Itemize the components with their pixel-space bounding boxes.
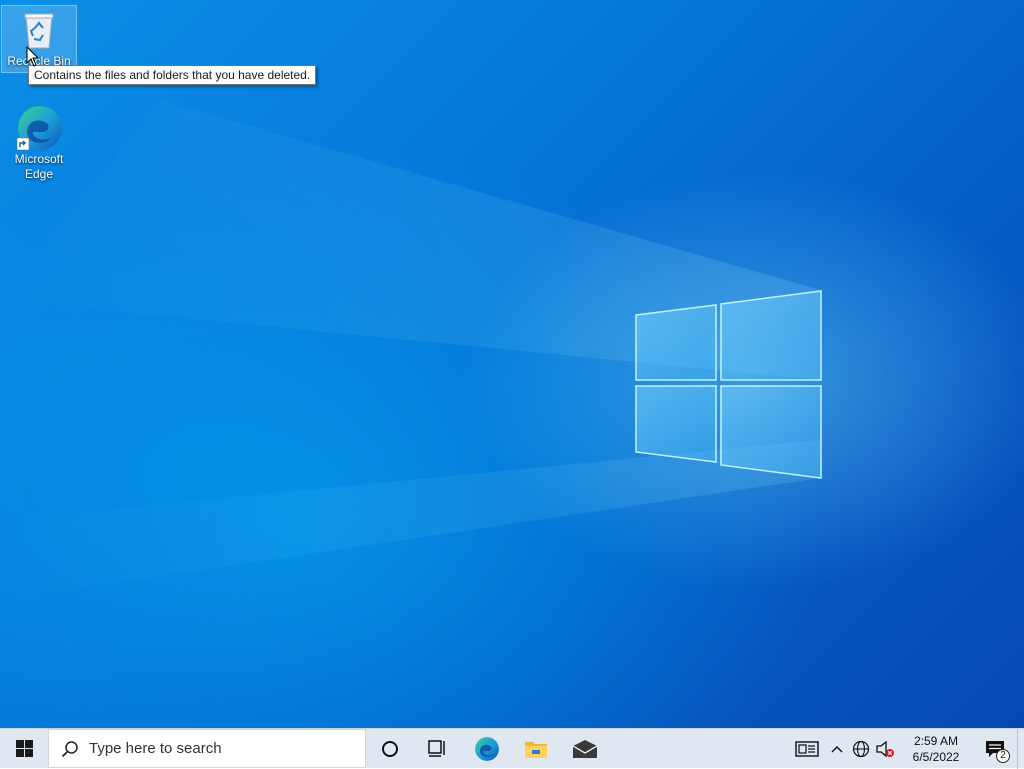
wallpaper-windows-logo xyxy=(0,100,822,600)
taskbar: Type here to search 2:59 AM 6/5/2022 2 xyxy=(0,728,1024,769)
network-icon xyxy=(852,740,870,757)
network-button[interactable] xyxy=(849,729,873,769)
clock-time: 2:59 AM xyxy=(913,733,959,748)
search-placeholder: Type here to search xyxy=(89,740,222,757)
cortana-button[interactable] xyxy=(366,729,414,769)
edge-label-line-1: Microsoft xyxy=(14,152,64,166)
system-tray: 2:59 AM 6/5/2022 2 xyxy=(789,728,1024,769)
task-view-icon xyxy=(428,739,445,757)
taskbar-clock[interactable]: 2:59 AM 6/5/2022 xyxy=(905,729,967,769)
edge-label-line-2: Edge xyxy=(24,167,54,181)
chevron-up-icon xyxy=(831,745,843,752)
news-icon xyxy=(795,740,819,757)
search-icon xyxy=(61,740,78,757)
cortana-circle-icon xyxy=(382,740,398,757)
mouse-cursor-icon xyxy=(26,46,40,67)
file-explorer-icon xyxy=(524,741,547,758)
volume-muted-icon xyxy=(876,740,894,757)
show-hidden-icons-button[interactable] xyxy=(825,729,849,769)
notification-count-badge: 2 xyxy=(996,748,1010,763)
volume-button[interactable] xyxy=(873,729,897,769)
show-desktop-button[interactable] xyxy=(1017,728,1024,769)
edge-icon xyxy=(474,736,499,761)
clock-date: 6/5/2022 xyxy=(912,749,960,764)
action-center-button[interactable]: 2 xyxy=(973,729,1017,769)
recycle-bin-tooltip: Contains the files and folders that you … xyxy=(28,65,317,85)
microsoft-edge-shortcut[interactable]: Microsoft Edge xyxy=(2,104,76,182)
edge-icon xyxy=(15,104,63,152)
desktop[interactable]: Recycle Bin Microsoft Edge Contains the … xyxy=(0,0,1024,728)
taskbar-search-box[interactable]: Type here to search xyxy=(48,729,366,768)
news-button[interactable] xyxy=(789,729,825,769)
task-view-button[interactable] xyxy=(414,729,462,769)
start-button[interactable] xyxy=(0,729,48,769)
taskbar-file-explorer-button[interactable] xyxy=(511,729,560,769)
taskbar-mail-button[interactable] xyxy=(560,729,609,769)
taskbar-edge-button[interactable] xyxy=(462,729,511,769)
windows-logo-icon xyxy=(15,740,33,757)
mail-icon xyxy=(572,739,597,758)
